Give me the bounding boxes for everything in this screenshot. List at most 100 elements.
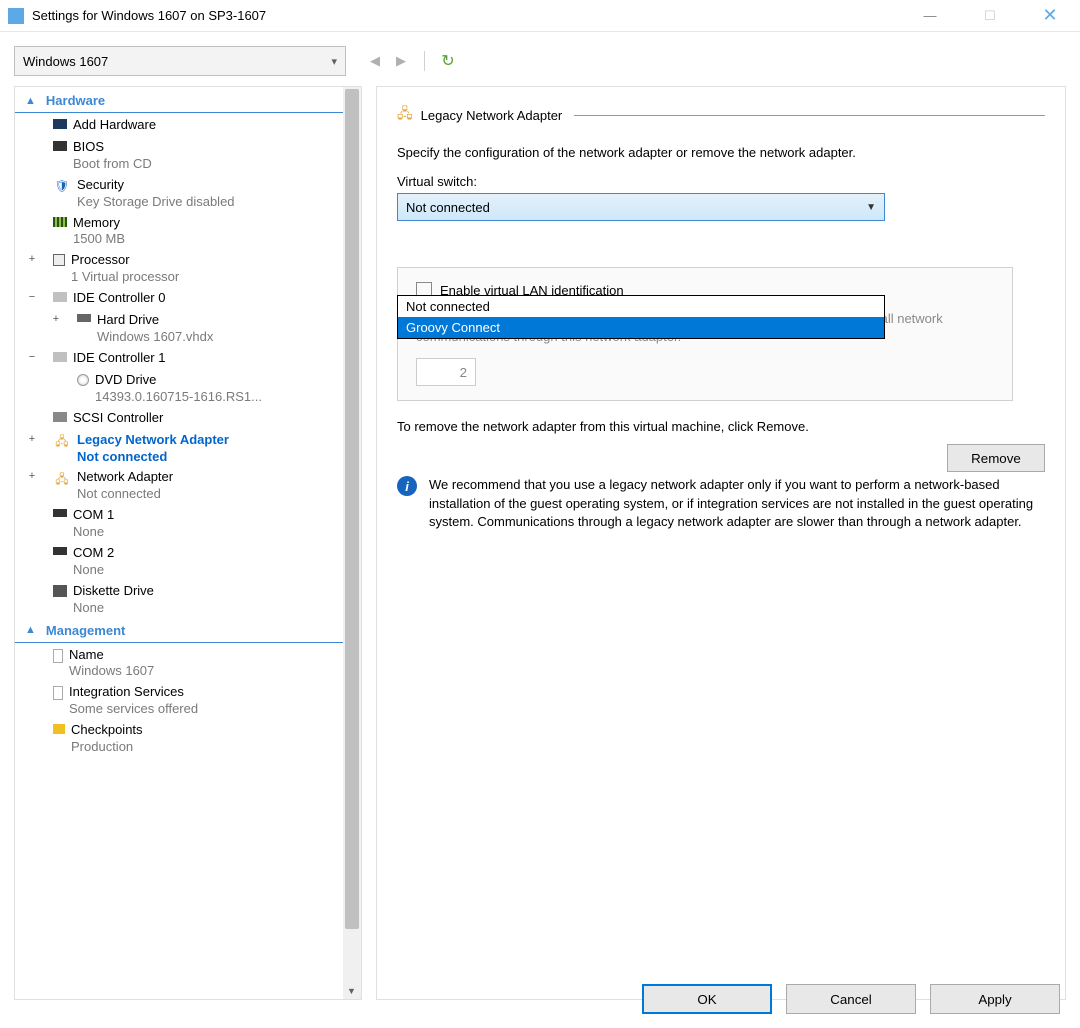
tree-item[interactable]: − IDE Controller 0 bbox=[15, 286, 343, 308]
maximize-button[interactable]: ☐ bbox=[960, 0, 1020, 31]
close-button[interactable]: ✕ bbox=[1020, 0, 1080, 31]
tree-item[interactable]: Diskette DriveNone bbox=[15, 579, 343, 617]
tree-item[interactable]: +🖧Legacy Network AdapterNot connected bbox=[15, 428, 343, 466]
management-section-label: Management bbox=[46, 623, 125, 638]
tree-item-sublabel: 1 Virtual processor bbox=[71, 269, 179, 286]
chevron-down-icon: ▼ bbox=[866, 202, 876, 213]
tree-item-sublabel: Some services offered bbox=[69, 701, 198, 718]
tree-item[interactable]: SCSI Controller bbox=[15, 406, 343, 428]
vlan-id-input[interactable] bbox=[416, 358, 476, 386]
tree-item-label: COM 2 bbox=[73, 545, 114, 562]
cancel-button[interactable]: Cancel bbox=[786, 984, 916, 1014]
scroll-down-icon[interactable]: ▼ bbox=[347, 986, 357, 996]
apply-button[interactable]: Apply bbox=[930, 984, 1060, 1014]
tree-item[interactable]: CheckpointsProduction bbox=[15, 718, 343, 756]
expand-toggle[interactable]: − bbox=[25, 350, 39, 364]
tree-item-sublabel: Not connected bbox=[77, 449, 229, 466]
tree-item[interactable]: Add Hardware bbox=[15, 113, 343, 135]
toolbar: Windows 1607 ▾ ◀ ▶ ↻ bbox=[14, 46, 1066, 76]
cpu-icon bbox=[53, 254, 65, 266]
tree-item-label: Memory bbox=[73, 215, 125, 232]
tree-item[interactable]: +🖧Network AdapterNot connected bbox=[15, 465, 343, 503]
nav-forward-button[interactable]: ▶ bbox=[392, 52, 410, 70]
minimize-button[interactable]: — bbox=[900, 0, 960, 31]
mem-icon bbox=[53, 217, 67, 227]
tree-item-sublabel: Not connected bbox=[77, 486, 173, 503]
doc-icon bbox=[53, 649, 63, 663]
tree-item[interactable]: DVD Drive14393.0.160715-1616.RS1... bbox=[15, 368, 343, 406]
com-icon bbox=[53, 509, 67, 517]
expand-toggle[interactable]: + bbox=[25, 432, 39, 446]
details-panel: 🖧 Legacy Network Adapter Specify the con… bbox=[376, 86, 1066, 1000]
tree-item-label: COM 1 bbox=[73, 507, 114, 524]
virtual-switch-value: Not connected bbox=[406, 200, 866, 215]
hdd-icon bbox=[77, 314, 91, 322]
tree-item-sublabel: 14393.0.160715-1616.RS1... bbox=[95, 389, 262, 406]
tree-item[interactable]: COM 2None bbox=[15, 541, 343, 579]
expand-toggle[interactable]: + bbox=[49, 312, 63, 326]
management-section-header[interactable]: ▲ Management bbox=[15, 617, 343, 643]
tree-item[interactable]: BIOSBoot from CD bbox=[15, 135, 343, 173]
divider bbox=[574, 115, 1045, 116]
tree-item-label: IDE Controller 0 bbox=[73, 290, 165, 307]
tree-item-label: BIOS bbox=[73, 139, 152, 156]
tree-item-label: SCSI Controller bbox=[73, 410, 163, 427]
tree-item-label: IDE Controller 1 bbox=[73, 350, 165, 367]
dialog-buttons: OK Cancel Apply bbox=[642, 984, 1060, 1014]
remove-button[interactable]: Remove bbox=[947, 444, 1045, 472]
tree-item-sublabel: None bbox=[73, 600, 154, 617]
tree-item-label: Legacy Network Adapter bbox=[77, 432, 229, 449]
tree-item-label: Security bbox=[77, 177, 235, 194]
tree-item-sublabel: Windows 1607.vhdx bbox=[97, 329, 213, 346]
com-icon bbox=[53, 547, 67, 555]
ok-button[interactable]: OK bbox=[642, 984, 772, 1014]
nic-icon: 🖧 bbox=[397, 103, 413, 127]
tree-item-label: Hard Drive bbox=[97, 312, 213, 329]
monitor-icon bbox=[53, 119, 67, 129]
tree-item[interactable]: + Hard DriveWindows 1607.vhdx bbox=[15, 308, 343, 346]
separator bbox=[424, 51, 425, 71]
collapse-icon: ▲ bbox=[25, 95, 36, 107]
doc-icon bbox=[53, 686, 63, 700]
tree-item-label: Checkpoints bbox=[71, 722, 143, 739]
dropdown-option[interactable]: Not connected bbox=[398, 296, 884, 317]
tree-item-label: Processor bbox=[71, 252, 179, 269]
virtual-switch-dropdown[interactable]: Not connected ▼ bbox=[397, 193, 885, 221]
window-controls: — ☐ ✕ bbox=[900, 0, 1080, 31]
scrollbar[interactable]: ▲ ▼ bbox=[343, 87, 361, 999]
tree-item[interactable]: COM 1None bbox=[15, 503, 343, 541]
chevron-down-icon: ▾ bbox=[331, 55, 337, 68]
tree-item[interactable]: NameWindows 1607 bbox=[15, 643, 343, 681]
nav-back-button[interactable]: ◀ bbox=[366, 52, 384, 70]
dropdown-option[interactable]: Groovy Connect bbox=[398, 317, 884, 338]
hardware-section-header[interactable]: ▲ Hardware bbox=[15, 87, 343, 113]
window-title: Settings for Windows 1607 on SP3-1607 bbox=[32, 8, 266, 23]
scrollbar-thumb[interactable] bbox=[345, 89, 359, 929]
disk-icon bbox=[53, 585, 67, 597]
tree-item[interactable]: Memory1500 MB bbox=[15, 211, 343, 249]
refresh-button[interactable]: ↻ bbox=[439, 52, 457, 70]
expand-toggle[interactable]: − bbox=[25, 290, 39, 304]
vm-selector-dropdown[interactable]: Windows 1607 ▾ bbox=[14, 46, 346, 76]
expand-toggle[interactable]: + bbox=[25, 252, 39, 266]
ide-icon bbox=[53, 292, 67, 302]
virtual-switch-label: Virtual switch: bbox=[397, 174, 1045, 189]
tree-item-sublabel: Boot from CD bbox=[73, 156, 152, 173]
panel-description: Specify the configuration of the network… bbox=[397, 145, 1045, 160]
virtual-switch-dropdown-list: Not connectedGroovy Connect bbox=[397, 295, 885, 339]
tree-item-sublabel: 1500 MB bbox=[73, 231, 125, 248]
tree-item[interactable]: Integration ServicesSome services offere… bbox=[15, 680, 343, 718]
scsi-icon bbox=[53, 412, 67, 422]
tree-item[interactable]: + Processor1 Virtual processor bbox=[15, 248, 343, 286]
remove-description: To remove the network adapter from this … bbox=[397, 419, 1045, 434]
tree-item[interactable]: 🛡SecurityKey Storage Drive disabled bbox=[15, 173, 343, 211]
expand-toggle[interactable]: + bbox=[25, 469, 39, 483]
tree-item-label: Network Adapter bbox=[77, 469, 173, 486]
collapse-icon: ▲ bbox=[25, 624, 36, 636]
tree-item-sublabel: None bbox=[73, 562, 114, 579]
tree-item-label: Add Hardware bbox=[73, 117, 156, 134]
tree-item[interactable]: − IDE Controller 1 bbox=[15, 346, 343, 368]
dvd-icon bbox=[77, 374, 89, 386]
panel-title: Legacy Network Adapter bbox=[421, 108, 563, 123]
tree-item-label: DVD Drive bbox=[95, 372, 262, 389]
